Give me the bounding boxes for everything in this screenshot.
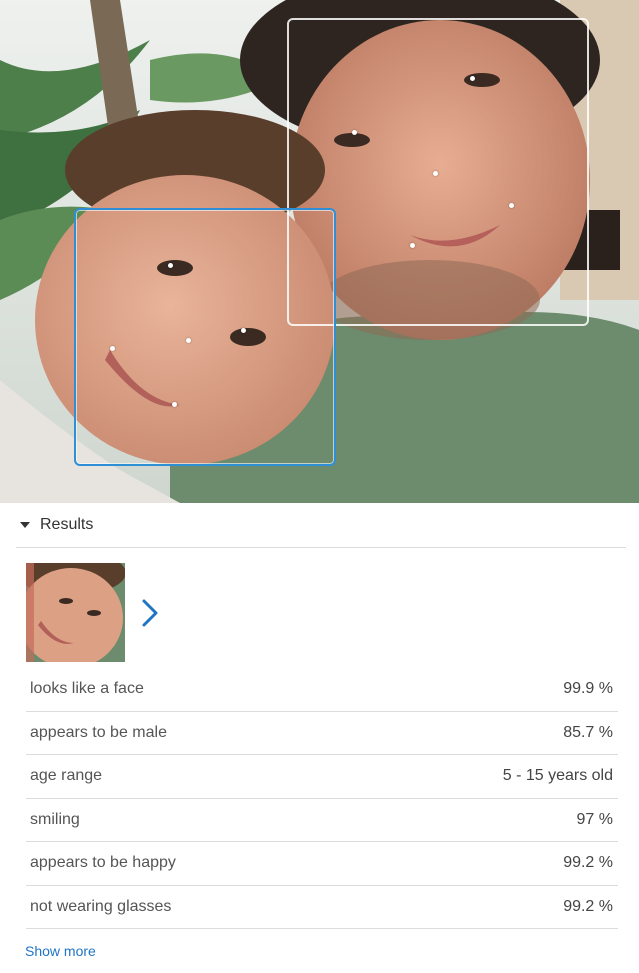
- attribute-label: appears to be happy: [30, 854, 176, 872]
- attribute-label: age range: [30, 767, 103, 785]
- landmark-eye-left: [352, 130, 357, 135]
- attribute-row: appears to be happy 99.2 %: [26, 842, 618, 886]
- face-box-selected[interactable]: [74, 208, 336, 466]
- attribute-row: not wearing glasses 99.2 %: [26, 886, 618, 929]
- attribute-row: appears to be male 85.7 %: [26, 712, 618, 755]
- face-thumbnail[interactable]: [26, 563, 125, 662]
- attribute-value: 85.7 %: [563, 723, 613, 741]
- attribute-row: age range 5 - 15 years old: [26, 755, 618, 799]
- chevron-right-icon: [142, 599, 158, 626]
- landmark-mouth-left: [110, 346, 115, 351]
- show-more-link[interactable]: Show more: [25, 943, 96, 959]
- next-face-button[interactable]: [139, 596, 161, 630]
- attribute-value: 5 - 15 years old: [502, 767, 613, 785]
- attribute-label: looks like a face: [30, 680, 144, 698]
- landmark-eye-right: [470, 76, 475, 81]
- face-thumbnail-image: [26, 563, 125, 662]
- caret-down-icon: [20, 522, 30, 528]
- analyzed-photo: [0, 0, 639, 503]
- landmark-eye-right: [241, 328, 246, 333]
- landmark-eye-left: [168, 263, 173, 268]
- landmark-nose: [186, 338, 191, 343]
- attribute-label: not wearing glasses: [30, 897, 172, 915]
- attribute-value: 97 %: [576, 810, 613, 828]
- attribute-value: 99.2 %: [563, 897, 613, 915]
- landmark-nose: [433, 171, 438, 176]
- attribute-value: 99.2 %: [563, 854, 613, 872]
- attribute-label: appears to be male: [30, 723, 167, 741]
- results-title: Results: [40, 516, 94, 533]
- face-thumbnails: [26, 563, 161, 662]
- attributes-table: looks like a face 99.9 % appears to be m…: [26, 668, 618, 929]
- attribute-label: smiling: [30, 810, 80, 828]
- attribute-row: looks like a face 99.9 %: [26, 668, 618, 712]
- attribute-row: smiling 97 %: [26, 799, 618, 842]
- landmark-mouth-right: [509, 203, 514, 208]
- results-panel: Results looks like a face 99.9 % appears…: [0, 503, 639, 973]
- landmark-mouth-right: [172, 402, 177, 407]
- results-toggle[interactable]: Results: [16, 503, 626, 548]
- landmark-mouth-left: [410, 243, 415, 248]
- attribute-value: 99.9 %: [563, 680, 613, 698]
